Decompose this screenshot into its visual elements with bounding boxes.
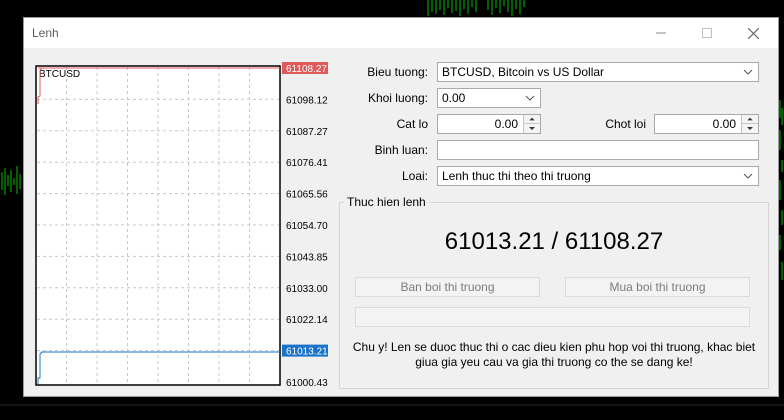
stop-loss-input[interactable]: 0.00: [437, 114, 541, 134]
volume-value: 0.00: [442, 91, 466, 105]
take-profit-label: Chot loi: [605, 117, 646, 131]
chevron-down-icon: [525, 95, 535, 101]
price-axis-label: 61033.00: [286, 284, 328, 295]
order-type-select[interactable]: Lenh thuc thi theo thi truong: [437, 166, 759, 186]
maximize-icon: [702, 28, 712, 38]
spin-down-icon[interactable]: [524, 124, 540, 133]
stop-loss-label: Cat lo: [396, 117, 428, 131]
price-axis-label: 61065.56: [286, 190, 328, 201]
sell-by-market-button[interactable]: Ban boi thi truong: [355, 277, 540, 297]
volume-select[interactable]: 0.00: [437, 88, 541, 108]
take-profit-input[interactable]: 0.00: [654, 114, 759, 134]
symbol-value: BTCUSD, Bitcoin vs US Dollar: [442, 65, 605, 79]
order-status-bar: [355, 307, 750, 327]
tick-chart: BTCUSD 61108.27 61098.12 61087.27 61076.41 6…: [33, 62, 339, 389]
price-axis-label: 61000.43: [286, 378, 328, 388]
spin-up-icon[interactable]: [742, 115, 758, 124]
close-button[interactable]: [730, 18, 776, 48]
title-bar[interactable]: Lenh: [24, 18, 778, 48]
order-type-value: Lenh thuc thi theo thi truong: [442, 169, 591, 183]
bid-ask-display: 61013.21 / 61108.27: [444, 228, 664, 255]
comment-input[interactable]: [437, 140, 759, 160]
comment-label: Binh luan:: [374, 143, 428, 157]
chart-symbol: BTCUSD: [39, 69, 80, 80]
chevron-down-icon: [743, 69, 753, 75]
volume-label: Khoi luong:: [367, 91, 428, 105]
symbol-select[interactable]: BTCUSD, Bitcoin vs US Dollar: [437, 62, 759, 82]
take-profit-value: 0.00: [712, 117, 736, 131]
window-title: Lenh: [32, 26, 59, 40]
minimize-icon: [656, 32, 666, 34]
chevron-down-icon: [743, 173, 753, 179]
price-axis-label: 61013.21: [286, 347, 328, 358]
stop-loss-spinner[interactable]: [523, 115, 540, 133]
close-icon: [747, 27, 759, 39]
price-axis-label: 61022.14: [286, 315, 328, 326]
execution-warning: Chu y! Len se duoc thuc thi o cac dieu k…: [352, 340, 756, 369]
execution-group-title: Thuc hien lenh: [344, 195, 429, 209]
maximize-button[interactable]: [684, 18, 730, 48]
spin-down-icon[interactable]: [742, 124, 758, 133]
buy-by-market-button[interactable]: Mua boi thi truong: [565, 277, 750, 297]
price-axis-label: 61076.41: [286, 158, 328, 169]
minimize-button[interactable]: [638, 18, 684, 48]
stop-loss-value: 0.00: [494, 117, 518, 131]
take-profit-spinner[interactable]: [741, 115, 758, 133]
spin-up-icon[interactable]: [524, 115, 540, 124]
price-axis-label: 61043.85: [286, 252, 328, 263]
type-label: Loai:: [401, 169, 428, 183]
symbol-label: Bieu tuong:: [367, 65, 428, 79]
price-axis-label: 61054.70: [286, 221, 328, 232]
order-dialog: Lenh BTCUSD 61108.27 61098.12 61087.27 6107…: [23, 17, 779, 397]
